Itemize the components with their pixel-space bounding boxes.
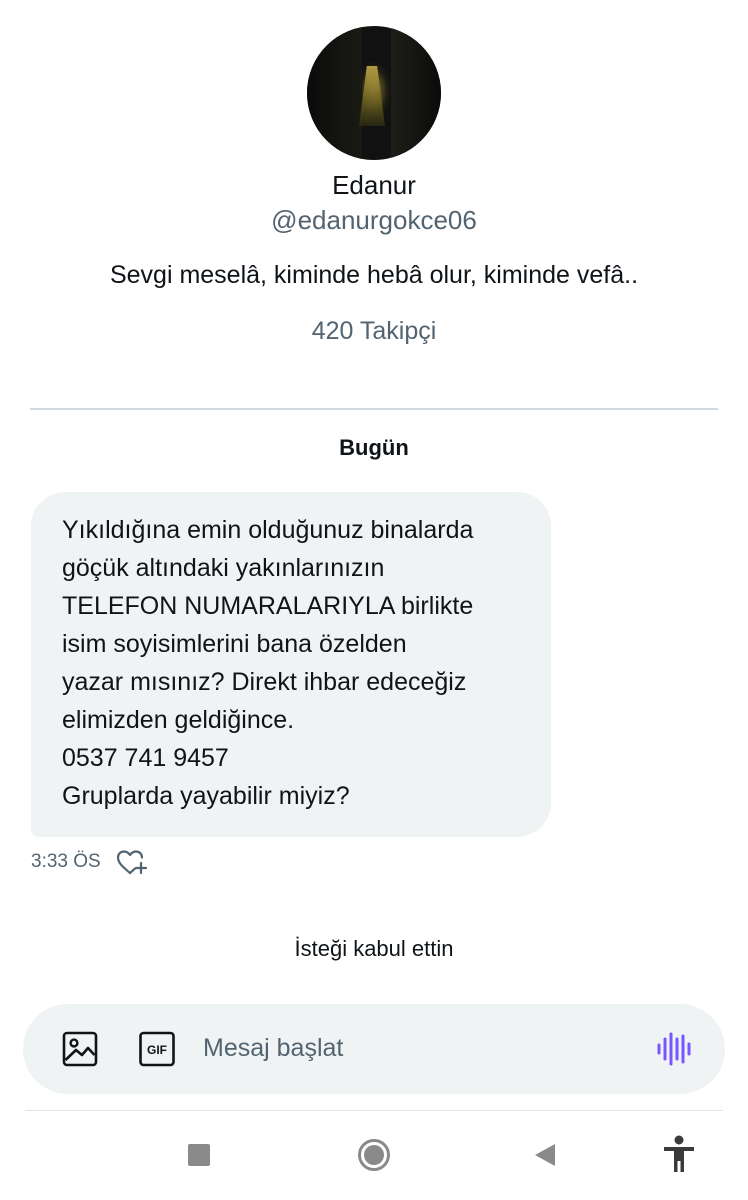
divider xyxy=(25,1110,723,1111)
divider xyxy=(30,408,718,410)
message-line: isim soyisimlerini bana özelden xyxy=(62,630,407,658)
gif-icon[interactable]: GIF xyxy=(138,1030,176,1068)
message-line: göçük altındaki yakınlarınızın xyxy=(62,554,385,582)
request-accepted-text: İsteği kabul ettin xyxy=(294,936,454,961)
message-line: TELEFON NUMARALARIYLA birlikte xyxy=(62,592,474,620)
recent-apps-button[interactable] xyxy=(188,1144,210,1166)
message-bubble[interactable]: Yıkıldığına emin olduğunuz binalarda göç… xyxy=(31,492,551,837)
message-line[interactable]: 0537 741 9457 xyxy=(62,744,229,773)
message-composer: GIF Mesaj başlat xyxy=(23,1004,725,1094)
back-button[interactable] xyxy=(532,1142,558,1168)
message-line: yazar mısınız? Direkt ihbar edeceğiz xyxy=(62,668,467,696)
followers-count[interactable]: 420 Takipçi xyxy=(0,317,748,346)
profile-name[interactable]: Edanur xyxy=(0,170,748,201)
day-label: Bugün xyxy=(339,435,409,460)
avatar[interactable] xyxy=(307,26,441,160)
message-time: 3:33 ÖS xyxy=(31,851,101,872)
message-meta: 3:33 ÖS xyxy=(31,848,149,876)
message-line: Gruplarda yayabilir miyiz? xyxy=(62,782,350,810)
gif-label: GIF xyxy=(147,1043,167,1057)
message-line: elimizden geldiğince. xyxy=(62,706,295,734)
home-button[interactable] xyxy=(357,1138,391,1172)
message-line: Yıkıldığına emin olduğunuz binalarda xyxy=(62,516,474,544)
profile-bio: Sevgi meselâ, kiminde hebâ olur, kiminde… xyxy=(109,261,639,289)
heart-plus-icon[interactable] xyxy=(115,848,149,876)
message-input[interactable]: Mesaj başlat xyxy=(203,1034,343,1063)
accessibility-icon[interactable] xyxy=(661,1134,697,1174)
voice-icon[interactable] xyxy=(655,1030,693,1068)
image-icon[interactable] xyxy=(61,1030,99,1068)
profile-handle[interactable]: @edanurgokce06 xyxy=(0,205,748,236)
